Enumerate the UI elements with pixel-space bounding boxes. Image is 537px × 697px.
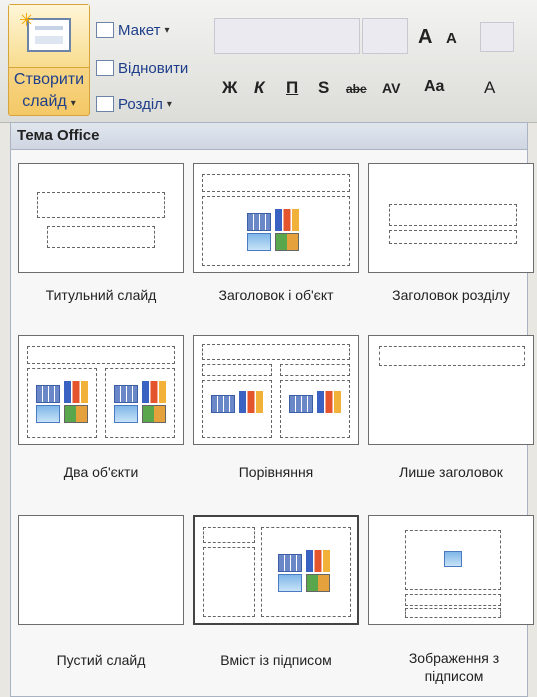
dropdown-arrow-icon: ▾ <box>164 24 170 36</box>
layout-caption: Заголовок розділу <box>392 287 510 303</box>
placeholder-content <box>202 196 350 266</box>
placeholder-title <box>389 204 517 226</box>
layout-title-slide[interactable] <box>18 163 184 273</box>
layout-caption: Лише заголовок <box>399 464 503 480</box>
placeholder-subtitle <box>47 226 155 248</box>
bold-button[interactable]: Ж <box>222 78 237 98</box>
content-icons <box>278 550 334 594</box>
decrease-font-button[interactable]: A <box>446 30 457 47</box>
increase-font-button[interactable]: A <box>418 26 432 49</box>
layout-icon <box>96 22 114 38</box>
layout-button[interactable]: Макет ▾ <box>96 18 169 42</box>
clear-format-button[interactable] <box>480 22 514 52</box>
gallery-header: Тема Office <box>11 123 527 150</box>
placeholder-content-right <box>280 380 350 438</box>
layout-caption: Титульний слайд <box>45 287 157 303</box>
layout-caption: Пустий слайд <box>56 652 146 668</box>
placeholder-title <box>27 346 175 364</box>
layout-label: Макет <box>118 21 161 39</box>
placeholder-content-left <box>27 368 97 438</box>
reset-icon <box>96 60 114 76</box>
dropdown-arrow-icon: ▾ <box>166 98 172 110</box>
font-color-button[interactable]: A <box>484 78 495 98</box>
picture-icon <box>444 551 462 567</box>
content-icons <box>36 381 92 425</box>
content-icons <box>114 381 170 425</box>
placeholder-content <box>261 527 351 617</box>
content-icons <box>289 391 345 415</box>
layout-gallery: Тема Office Титульний слайд Заголовок і … <box>10 122 534 697</box>
layout-title-content[interactable] <box>193 163 359 273</box>
layout-comparison[interactable] <box>193 335 359 445</box>
placeholder-picture <box>405 530 501 590</box>
gallery-title: Тема Office <box>17 127 100 144</box>
placeholder-title <box>202 174 350 192</box>
layout-caption: Порівняння <box>238 464 314 480</box>
reset-button[interactable]: Відновити <box>96 56 188 80</box>
placeholder-title <box>37 192 165 218</box>
new-slide-label-2: слайд ▾ <box>22 93 76 110</box>
placeholder-title <box>202 344 350 360</box>
layout-caption: Зображення з підписом <box>408 650 500 684</box>
layout-blank[interactable] <box>18 515 184 625</box>
reset-label: Відновити <box>118 59 189 77</box>
placeholder-text <box>405 608 501 618</box>
strikethrough-button[interactable]: abe <box>346 82 367 96</box>
layout-two-content[interactable] <box>18 335 184 445</box>
layout-caption: Два об'єкти <box>63 464 139 480</box>
section-icon <box>96 96 114 112</box>
font-size-box[interactable] <box>362 18 408 54</box>
font-name-box[interactable] <box>214 18 360 54</box>
ribbon: ✳ Створити слайд ▾ Макет ▾ Відновити Розді… <box>0 0 537 123</box>
layout-content-caption[interactable] <box>193 515 359 625</box>
placeholder-heading-left <box>202 364 272 376</box>
underline-button[interactable]: П <box>286 78 298 98</box>
change-case-button[interactable]: Aa <box>424 78 444 96</box>
spacing-button[interactable]: AV <box>382 80 400 96</box>
sparkle-icon: ✳ <box>19 10 35 30</box>
section-label: Розділ <box>118 95 163 113</box>
layout-picture-caption[interactable] <box>368 515 534 625</box>
layout-section-header[interactable] <box>368 163 534 273</box>
italic-button[interactable]: К <box>254 78 264 98</box>
new-slide-label-1: Створити <box>13 71 85 88</box>
placeholder-content-right <box>105 368 175 438</box>
placeholder-content-left <box>202 380 272 438</box>
placeholder-text <box>203 547 255 617</box>
layout-title-only[interactable] <box>368 335 534 445</box>
section-button[interactable]: Розділ ▾ <box>96 92 172 116</box>
dropdown-arrow-icon: ▾ <box>70 98 76 109</box>
shadow-button[interactable]: S <box>318 78 329 98</box>
layout-caption: Вміст із підписом <box>220 652 332 668</box>
placeholder-title <box>203 527 255 543</box>
placeholder-text <box>389 230 517 244</box>
placeholder-title <box>379 346 525 366</box>
placeholder-title <box>405 594 501 606</box>
placeholder-heading-right <box>280 364 350 376</box>
content-icons <box>211 391 267 415</box>
new-slide-icon-area: ✳ <box>9 5 89 68</box>
new-slide-button[interactable]: ✳ Створити слайд ▾ <box>8 4 90 116</box>
layout-caption: Заголовок і об'єкт <box>218 287 334 303</box>
content-icons <box>247 209 303 253</box>
